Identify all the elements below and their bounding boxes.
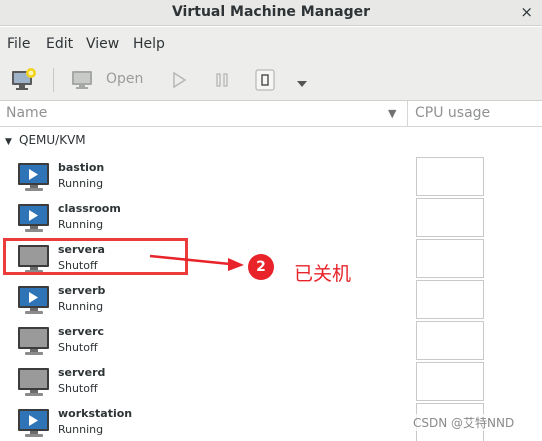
- menu-edit[interactable]: Edit: [46, 36, 73, 52]
- run-button[interactable]: [171, 71, 187, 93]
- vm-monitor-icon: [17, 203, 51, 237]
- vm-name: serverd: [58, 366, 106, 379]
- vm-row[interactable]: serverc Shutoff: [0, 321, 410, 362]
- toolbar-separator: [53, 68, 54, 92]
- column-header-cpu[interactable]: CPU usage: [415, 105, 490, 121]
- vm-status: Shutoff: [58, 382, 98, 395]
- cpu-usage-graph: [416, 321, 484, 360]
- vm-row[interactable]: classroom Running: [0, 198, 410, 239]
- vm-list-header: Name ▼ CPU usage: [0, 101, 542, 127]
- vm-row[interactable]: serverb Running: [0, 280, 410, 321]
- title-bar: Virtual Machine Manager ×: [0, 0, 542, 26]
- pause-button[interactable]: [214, 71, 230, 93]
- shutdown-button[interactable]: [255, 69, 275, 95]
- vm-status: Running: [58, 423, 104, 436]
- vm-status: Shutoff: [58, 341, 98, 354]
- new-vm-icon: [12, 68, 36, 90]
- cpu-usage-graph: [416, 362, 484, 401]
- vm-name: workstation: [58, 407, 133, 420]
- cpu-usage-graph: [416, 239, 484, 278]
- vm-row[interactable]: serverd Shutoff: [0, 362, 410, 403]
- chevron-down-icon: [297, 81, 307, 87]
- connection-label: QEMU/KVM: [19, 133, 86, 147]
- vm-name: classroom: [58, 202, 121, 215]
- column-header-name[interactable]: Name: [6, 105, 47, 121]
- cpu-usage-graph: [416, 280, 484, 319]
- annotation-label: 已关机: [294, 263, 352, 285]
- vm-monitor-icon: [17, 285, 51, 319]
- open-button-label[interactable]: Open: [106, 71, 143, 87]
- column-divider[interactable]: [407, 101, 408, 127]
- cpu-usage-graph: [416, 157, 484, 196]
- vm-monitor-icon: [17, 326, 51, 360]
- expander-arrow-icon[interactable]: ▼: [5, 137, 19, 147]
- vm-monitor-icon: [17, 162, 51, 196]
- menu-view[interactable]: View: [86, 36, 119, 52]
- vm-monitor-icon: [17, 408, 51, 441]
- pause-icon: [216, 73, 228, 87]
- sort-chevron-icon[interactable]: ▼: [388, 107, 396, 120]
- open-button[interactable]: [70, 69, 96, 95]
- cpu-usage-graph: [416, 198, 484, 237]
- vm-name: bastion: [58, 161, 105, 174]
- vm-row[interactable]: bastion Running: [0, 157, 410, 198]
- vm-monitor-icon: [17, 367, 51, 401]
- vm-status: Running: [58, 300, 104, 313]
- annotation-highlight-box: [3, 238, 188, 275]
- menu-file[interactable]: File: [7, 36, 30, 52]
- close-window-button[interactable]: ×: [520, 3, 533, 21]
- menu-help[interactable]: Help: [133, 36, 165, 52]
- power-icon: [255, 69, 275, 91]
- watermark: CSDN @艾特NND: [413, 414, 515, 431]
- monitor-icon: [72, 71, 92, 89]
- connection-row[interactable]: ▼ QEMU/KVM: [5, 133, 86, 147]
- menu-bar: File Edit View Help: [0, 27, 542, 59]
- annotation-step-badge: 2: [248, 254, 274, 280]
- vm-status: Running: [58, 177, 104, 190]
- toolbar: Open: [0, 59, 542, 101]
- play-icon: [173, 71, 187, 89]
- vm-name: serverb: [58, 284, 106, 297]
- vm-row[interactable]: workstation Running: [0, 403, 410, 441]
- vm-status: Running: [58, 218, 104, 231]
- vm-name: serverc: [58, 325, 105, 338]
- shutdown-menu-button[interactable]: [296, 74, 308, 93]
- new-vm-button[interactable]: [11, 68, 37, 96]
- window-title: Virtual Machine Manager: [171, 4, 371, 20]
